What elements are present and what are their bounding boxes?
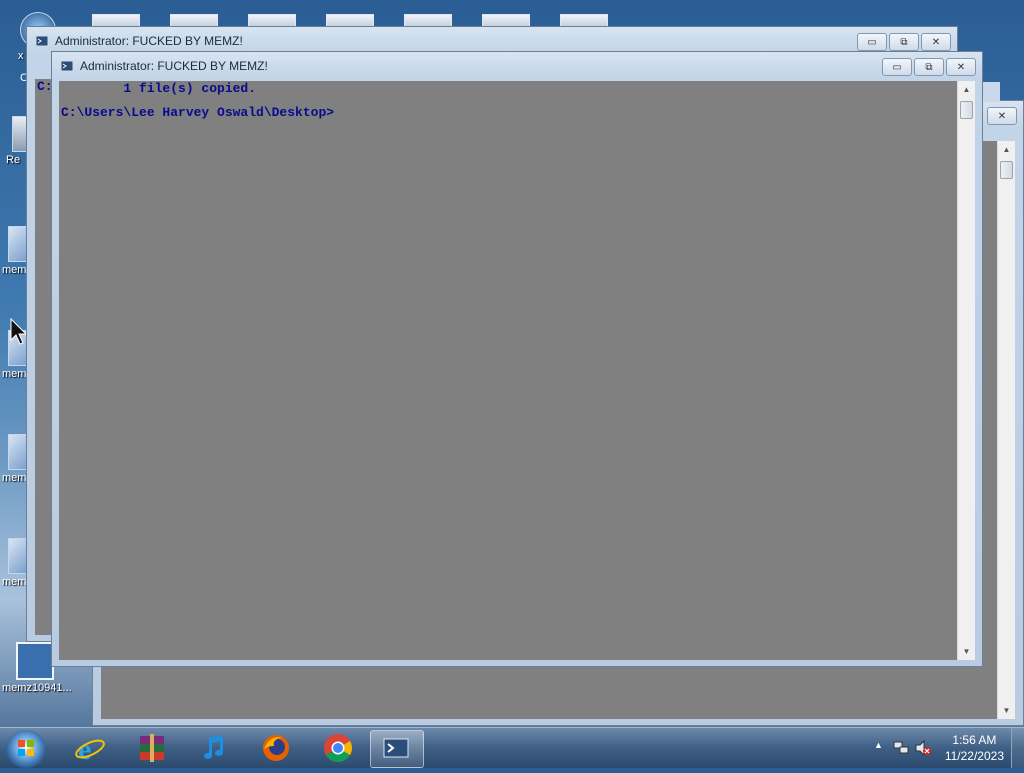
taskbar-chrome[interactable] [312, 730, 364, 766]
minimize-button[interactable]: ▭ [882, 58, 912, 76]
chrome-icon [324, 734, 352, 762]
memz-icon [16, 642, 54, 680]
window-controls: ▭ ⧉ ✕ [857, 33, 951, 51]
console-area[interactable]: 1 file(s) copied. C:\Users\Lee Harvey Os… [59, 81, 975, 660]
cmd-icon [60, 60, 74, 72]
taskbar-winrar[interactable] [126, 730, 178, 766]
console-line: 1 file(s) copied. [61, 81, 257, 96]
minimize-button[interactable]: ▭ [857, 33, 887, 51]
maximize-icon: ⧉ [925, 61, 933, 73]
volume-muted-icon[interactable] [914, 739, 932, 757]
maximize-button[interactable]: ⧉ [914, 58, 944, 76]
firefox-icon [263, 735, 289, 761]
close-icon: ✕ [956, 61, 966, 73]
scroll-up-icon: ▲ [962, 85, 971, 94]
maximize-icon: ⧉ [900, 36, 908, 48]
taskbar-firefox[interactable] [250, 730, 302, 766]
console-window-front[interactable]: Administrator: FUCKED BY MEMZ! ▭ ⧉ ✕ 1 f… [51, 51, 983, 667]
windows-logo-icon [18, 740, 34, 756]
minimize-icon: ▭ [892, 61, 902, 73]
close-button[interactable]: ✕ [946, 58, 976, 76]
scroll-thumb[interactable] [960, 101, 973, 119]
scroll-down-button[interactable]: ▼ [958, 643, 975, 660]
vertical-scrollbar[interactable]: ▲ ▼ [997, 141, 1015, 719]
start-button[interactable] [6, 730, 46, 768]
cmd-icon [35, 35, 49, 47]
scroll-thumb[interactable] [1000, 161, 1013, 179]
clock-time: 1:56 AM [952, 733, 997, 747]
clock-date: 11/22/2023 [944, 749, 1004, 763]
internet-explorer-icon: e [75, 733, 105, 764]
console-prompt: C:\Users\Lee Harvey Oswald\Desktop> [61, 105, 335, 120]
minimize-icon: ▭ [867, 36, 877, 48]
show-desktop-button[interactable] [1011, 728, 1024, 768]
scroll-up-button[interactable]: ▲ [998, 141, 1015, 158]
window-controls: ▭ ⧉ ✕ [882, 58, 976, 76]
window-title: Administrator: FUCKED BY MEMZ! [80, 59, 268, 73]
clock[interactable]: 1:56 AM 11/22/2023 [945, 732, 1004, 764]
winrar-icon [140, 734, 164, 762]
close-icon: ✕ [931, 36, 941, 48]
show-hidden-icons-button[interactable]: ▲ [874, 740, 883, 750]
taskbar-internet-explorer[interactable]: e [64, 730, 116, 766]
taskbar-cmd[interactable] [370, 730, 424, 768]
cmd-icon [383, 738, 409, 758]
window-title: Administrator: FUCKED BY MEMZ! [55, 34, 243, 48]
close-button[interactable]: ✕ [921, 33, 951, 51]
chevron-up-icon: ▲ [874, 740, 883, 750]
itunes-icon [204, 735, 223, 759]
title-bar[interactable]: Administrator: FUCKED BY MEMZ! ▭ ⧉ ✕ [52, 52, 982, 80]
scroll-down-icon: ▼ [1002, 706, 1011, 715]
desktop-icon-label: memz10941... [2, 682, 72, 694]
scroll-up-button[interactable]: ▲ [958, 81, 975, 98]
close-icon: ✕ [997, 110, 1007, 122]
window-controls: ✕ [987, 107, 1017, 125]
maximize-button[interactable]: ⧉ [889, 33, 919, 51]
scroll-up-icon: ▲ [1002, 145, 1011, 154]
vertical-scrollbar[interactable]: ▲ ▼ [957, 81, 975, 660]
system-tray: ▲ 1:56 AM 11/22/2023 [864, 728, 1024, 768]
scroll-down-button[interactable]: ▼ [998, 702, 1015, 719]
taskbar-itunes[interactable] [188, 730, 240, 766]
scroll-down-icon: ▼ [962, 647, 971, 656]
taskbar: e ▲ 1:56 AM 11/22/2023 [0, 727, 1024, 768]
network-icon[interactable] [892, 739, 910, 757]
close-button[interactable]: ✕ [987, 107, 1017, 125]
